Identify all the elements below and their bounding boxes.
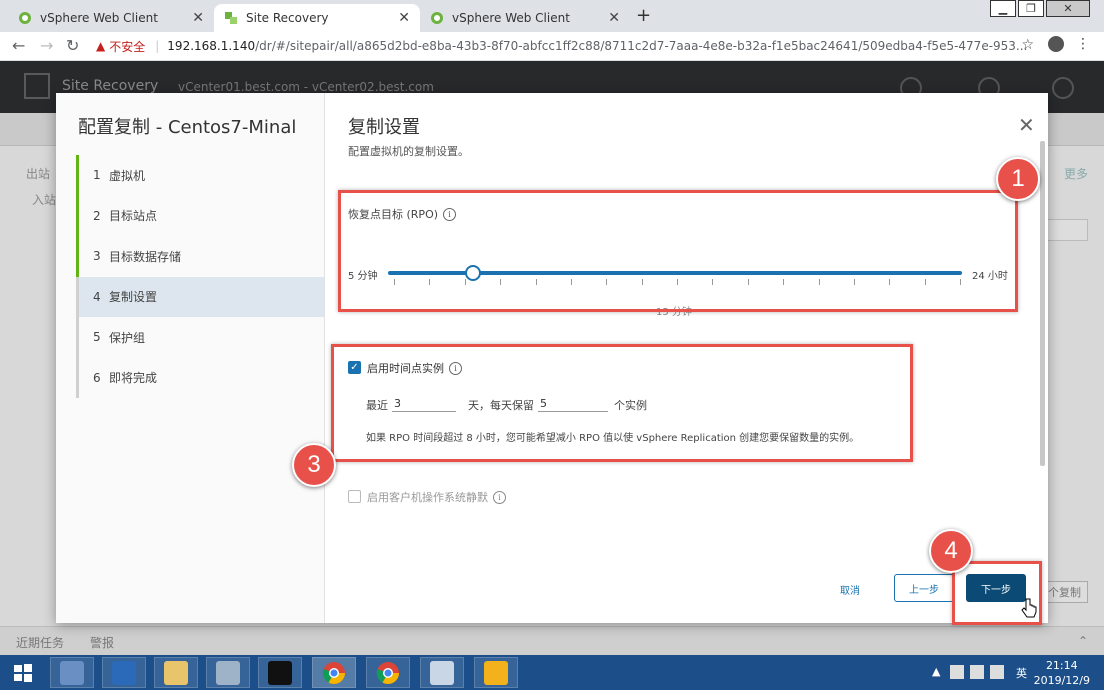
filter-box[interactable] <box>1046 219 1088 241</box>
tray-volume-icon[interactable] <box>990 665 1004 679</box>
back-icon[interactable]: ← <box>12 36 25 55</box>
alarms-tab[interactable]: 警报 <box>90 634 114 651</box>
taskbar-server-manager[interactable] <box>50 657 94 688</box>
url-path: /dr/#/sitepair/all/a865d2bd-e8ba-43b3-8f… <box>255 39 1028 53</box>
smiley-icon[interactable] <box>1052 77 1074 99</box>
quiesce-label: 启用客户机操作系统静默 i <box>367 489 506 505</box>
wizard-steps: 1 虚拟机 2 目标站点 3 目标数据存储 4 复制设置 5 保护组 6 即将完成 <box>76 155 324 398</box>
security-status: 不安全 <box>109 39 146 54</box>
vsphere-icon <box>19 12 31 24</box>
step-target-datastore[interactable]: 3 目标数据存储 <box>76 236 324 277</box>
forward-icon[interactable]: → <box>40 36 53 55</box>
outbound-tab[interactable]: 出站 <box>26 165 50 182</box>
highlight-box-rpo <box>338 190 1018 312</box>
step-target-site[interactable]: 2 目标站点 <box>76 195 324 236</box>
start-button[interactable] <box>0 655 46 690</box>
recent-tasks-tab[interactable]: 近期任务 <box>16 634 64 651</box>
terminal-icon <box>268 660 292 685</box>
inbound-tab[interactable]: 入站 <box>32 191 56 208</box>
snipping-tool-icon <box>484 660 508 685</box>
vsphere-icon <box>431 12 443 24</box>
step-ready-to-complete[interactable]: 6 即将完成 <box>76 357 324 398</box>
taskbar-app[interactable] <box>474 657 518 688</box>
site-recovery-icon <box>225 12 237 24</box>
tab-label: vSphere Web Client <box>452 11 570 25</box>
close-icon[interactable]: ✕ <box>398 10 410 26</box>
tray-expand-icon[interactable]: ▲ <box>932 665 940 678</box>
back-button[interactable]: 上一步 <box>894 574 954 602</box>
vcenter-pair: vCenter01.best.com - vCenter02.best.com <box>178 80 434 94</box>
tab-vsphere-web-client-1[interactable]: vSphere Web Client ✕ <box>8 4 214 32</box>
taskbar-remote-desktop[interactable] <box>206 657 250 688</box>
close-icon[interactable]: ✕ <box>192 10 204 26</box>
profile-icon[interactable] <box>1048 36 1064 52</box>
close-window-icon[interactable]: ✕ <box>1046 0 1090 17</box>
windows-logo-icon <box>14 663 32 682</box>
tab-site-recovery[interactable]: Site Recovery ✕ <box>214 4 420 32</box>
url-host: 192.168.1.140 <box>167 39 256 53</box>
bottom-panel: 近期任务 警报 ⌃ <box>0 626 1104 656</box>
network-icon <box>216 660 240 685</box>
reload-icon[interactable]: ↻ <box>66 36 79 55</box>
chrome-icon <box>322 661 345 684</box>
server-manager-icon <box>60 660 84 685</box>
taskbar-paint[interactable] <box>420 657 464 688</box>
browser-tab-bar: vSphere Web Client ✕ Site Recovery ✕ vSp… <box>0 0 1104 32</box>
address-bar: ← → ↻ ▲ 不安全 | 192.168.1.140 /dr/#/sitepa… <box>0 32 1104 61</box>
minimize-icon[interactable]: ▁ <box>990 0 1016 17</box>
page-subtitle: 配置虚拟机的复制设置。 <box>348 145 469 158</box>
taskbar-chrome-1[interactable] <box>312 657 356 688</box>
info-icon[interactable]: i <box>493 490 506 504</box>
step-vm[interactable]: 1 虚拟机 <box>76 155 324 196</box>
folder-icon <box>164 660 188 685</box>
warning-icon: ▲ <box>96 39 106 53</box>
restore-icon[interactable]: ❐ <box>1018 0 1044 17</box>
taskbar-chrome-2[interactable] <box>366 657 410 688</box>
taskbar-powershell[interactable] <box>102 657 146 688</box>
cancel-button[interactable]: 取消 <box>840 582 860 597</box>
taskbar-cmd[interactable] <box>258 657 302 688</box>
window-controls: ▁ ❐ ✕ <box>988 0 1090 17</box>
step-badge-4: 4 <box>929 529 973 573</box>
system-clock[interactable]: 21:14 2019/12/9 <box>1034 658 1090 688</box>
chrome-icon <box>376 661 399 684</box>
taskbar-explorer[interactable] <box>154 657 198 688</box>
scrollbar[interactable] <box>1040 141 1045 466</box>
tab-label: vSphere Web Client <box>40 11 158 25</box>
new-tab-icon[interactable]: + <box>636 5 651 26</box>
menu-icon[interactable]: ⋮ <box>1076 36 1090 52</box>
step-badge-3: 3 <box>292 443 336 487</box>
step-protection-group[interactable]: 5 保护组 <box>76 317 324 358</box>
ime-indicator[interactable]: 英 <box>1016 665 1027 681</box>
close-icon[interactable]: ✕ <box>608 10 620 26</box>
windows-taskbar: ▲ 英 21:14 2019/12/9 <box>0 655 1104 690</box>
quiesce-checkbox[interactable] <box>348 490 361 503</box>
tab-vsphere-web-client-2[interactable]: vSphere Web Client ✕ <box>420 4 630 32</box>
step-replication-settings[interactable]: 4 复制设置 <box>76 276 324 317</box>
url-field[interactable]: ▲ 不安全 | 192.168.1.140 /dr/#/sitepair/all… <box>96 35 1036 57</box>
more-link[interactable]: 更多 <box>1064 165 1088 182</box>
site-recovery-logo-icon <box>24 73 50 99</box>
page-title: 复制设置 <box>348 117 420 138</box>
image-viewer-icon <box>430 660 454 685</box>
close-icon[interactable]: ✕ <box>1018 113 1035 137</box>
wizard-sidebar: 配置复制 - Centos7-Minal 1 虚拟机 2 目标站点 3 目标数据存储 … <box>56 93 325 623</box>
highlight-box-pit <box>331 344 913 462</box>
collapse-icon[interactable]: ⌃ <box>1078 634 1088 648</box>
app-title: Site Recovery <box>62 78 159 94</box>
tab-label: Site Recovery <box>246 11 329 25</box>
powershell-icon <box>112 660 136 685</box>
tray-security-icon[interactable] <box>950 665 964 679</box>
hand-cursor-icon <box>1021 598 1037 618</box>
wizard-title: 配置复制 - Centos7-Minal <box>78 117 297 138</box>
step-badge-1: 1 <box>996 157 1040 201</box>
tray-network-icon[interactable] <box>970 665 984 679</box>
bookmark-star-icon[interactable]: ☆ <box>1021 37 1034 53</box>
